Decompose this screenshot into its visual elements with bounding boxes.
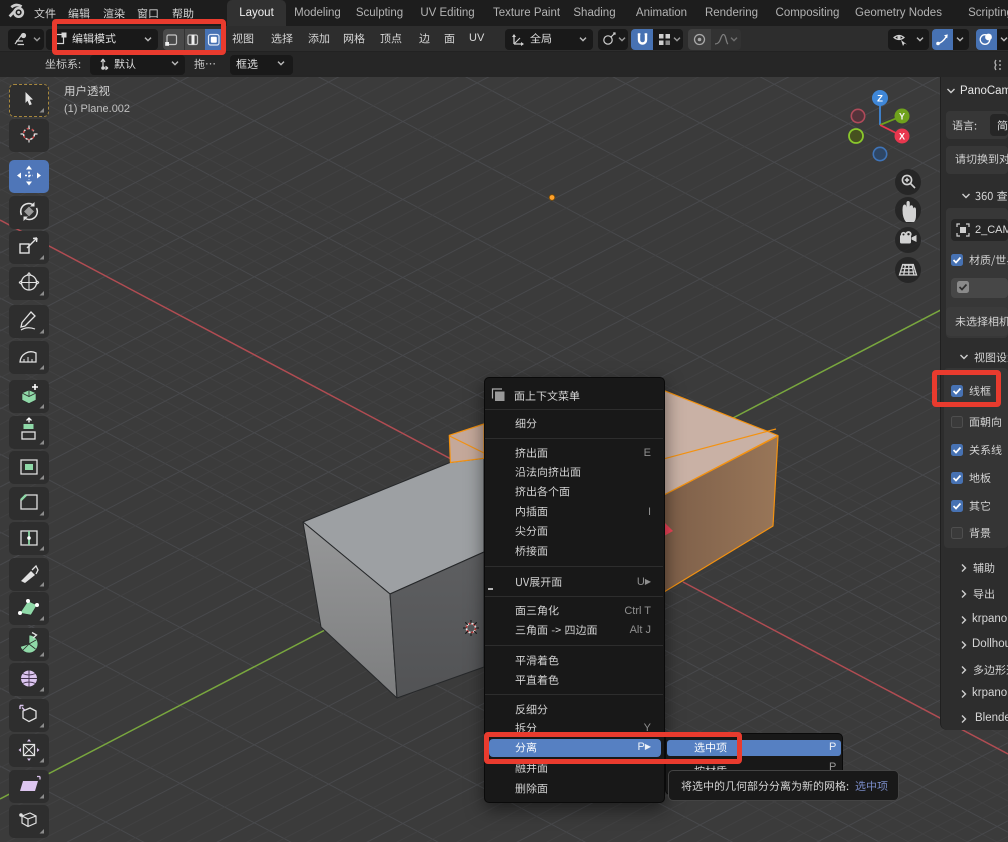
svg-text:X: X — [899, 132, 905, 142]
svg-text:Z: Z — [877, 94, 883, 105]
svg-text:Y: Y — [899, 112, 905, 122]
